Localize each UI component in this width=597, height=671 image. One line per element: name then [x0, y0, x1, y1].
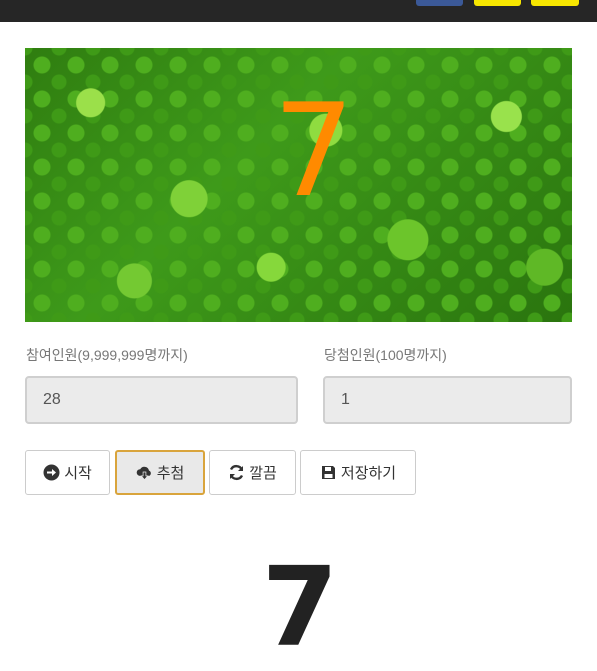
arrow-circle-right-icon: [43, 464, 60, 481]
result-number: 7: [261, 543, 339, 671]
save-button-label: 저장하기: [340, 465, 397, 482]
kakaostory-share-button[interactable]: [474, 0, 521, 6]
start-button[interactable]: 시작: [25, 450, 110, 495]
refresh-icon: [228, 464, 245, 481]
save-button[interactable]: 저장하기: [300, 450, 416, 495]
kakaotalk-share-button[interactable]: [531, 0, 579, 6]
top-bar: [0, 0, 597, 22]
draw-button[interactable]: 추첨: [115, 450, 205, 495]
participants-input[interactable]: 28: [25, 376, 298, 424]
start-button-label: 시작: [64, 465, 92, 482]
cloud-download-icon: [136, 464, 153, 481]
participants-label: 참여인원(9,999,999명까지): [26, 347, 188, 363]
reset-button[interactable]: 깔끔: [209, 450, 296, 495]
winners-input[interactable]: 1: [323, 376, 572, 424]
clover-banner-image: 7: [25, 48, 572, 322]
facebook-share-button[interactable]: [416, 0, 463, 6]
floppy-disk-icon: [320, 464, 337, 481]
draw-button-label: 추첨: [156, 465, 185, 482]
reset-button-label: 깔끔: [249, 465, 277, 482]
banner-drawn-number: 7: [273, 77, 355, 226]
winners-label: 당첨인원(100명까지): [324, 347, 447, 363]
